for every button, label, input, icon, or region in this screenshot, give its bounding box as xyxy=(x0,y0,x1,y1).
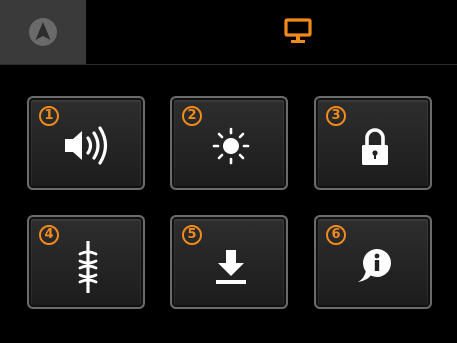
volume-button[interactable]: 1 xyxy=(27,96,145,190)
top-tab-bar xyxy=(0,0,457,65)
volume-icon xyxy=(65,126,108,165)
tab-navigation[interactable] xyxy=(0,0,86,64)
brightness-icon xyxy=(212,127,250,165)
antenna-button[interactable]: 4 xyxy=(27,215,145,309)
display-monitor-icon xyxy=(284,18,312,43)
download-icon xyxy=(216,250,246,284)
lock-button[interactable]: 3 xyxy=(314,96,432,190)
settings-screen: 1 2 3 4 5 6 xyxy=(0,0,457,343)
antenna-icon xyxy=(78,241,98,293)
info-icon xyxy=(358,249,391,282)
navigation-arrow-icon xyxy=(29,18,57,46)
tab-display[interactable] xyxy=(86,0,457,64)
download-button[interactable]: 5 xyxy=(170,215,288,309)
brightness-button[interactable]: 2 xyxy=(170,96,288,190)
lock-icon xyxy=(362,128,388,165)
info-button[interactable]: 6 xyxy=(314,215,432,309)
